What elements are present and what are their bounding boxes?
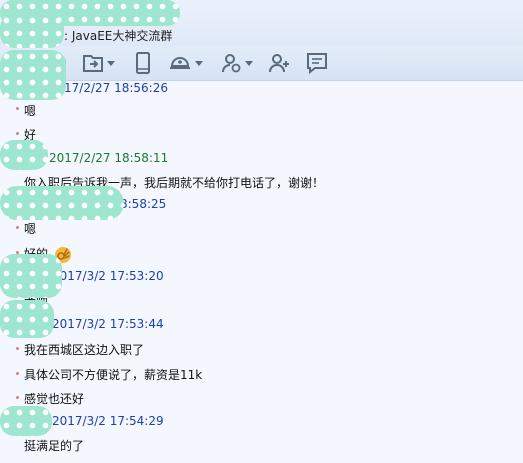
chat-title: : JavaEE大神交流群: [64, 27, 172, 44]
message-text: 感觉也还好: [24, 392, 85, 406]
message-text: 我在西城区这边入职了: [24, 343, 145, 357]
redaction-mark: [0, 406, 52, 436]
redaction-mark: [0, 50, 66, 100]
redaction-mark: [0, 186, 124, 220]
message-text: 嗯: [24, 222, 37, 236]
bullet-dot: [16, 107, 19, 110]
message-list[interactable]: 17/2/27 18:56:26 嗯 好 2017/2/27 18:58:11 …: [0, 81, 523, 463]
redaction-mark: [0, 254, 62, 298]
redaction-mark: [0, 14, 64, 48]
remote-assist-icon: [170, 57, 190, 69]
chevron-down-icon: [245, 60, 253, 66]
chat-history-button[interactable]: [306, 50, 328, 76]
bullet-dot: [16, 132, 19, 135]
phone-device-button[interactable]: [134, 50, 152, 76]
message-timestamp: 2017/3/2 17:53:20: [52, 269, 164, 283]
invite-icon: [269, 54, 289, 73]
chevron-down-icon: [107, 60, 115, 66]
bullet-dot: [16, 396, 19, 399]
message-timestamp: 2017/3/2 17:53:44: [52, 317, 164, 331]
message-timestamp: 2017/2/27 18:58:11: [49, 151, 169, 165]
group-name: JavaEE大神交流群: [71, 29, 173, 43]
add-member-icon: [222, 54, 241, 73]
chat-history-icon: [307, 53, 327, 74]
bullet-dot: [16, 347, 19, 350]
invite-button[interactable]: [268, 50, 290, 76]
redaction-mark: [0, 140, 48, 170]
message-timestamp: 8:58:25: [120, 197, 167, 211]
bullet-dot: [16, 372, 19, 375]
send-file-icon: [83, 55, 103, 72]
message-text: 挺满足的了: [24, 439, 85, 453]
message-text: 具体公司不方便说了，薪资是11k: [24, 368, 203, 382]
message-text: 嗯: [24, 104, 37, 118]
message-timestamp: 17/2/27 18:56:26: [64, 81, 168, 95]
chevron-down-icon: [195, 60, 203, 66]
bullet-dot: [16, 226, 19, 229]
message-timestamp: 2017/3/2 17:54:29: [52, 414, 164, 428]
add-member-button[interactable]: [220, 50, 253, 76]
title-prefix: :: [64, 29, 69, 43]
send-file-button[interactable]: [82, 50, 115, 76]
phone-device-icon: [136, 52, 150, 74]
remote-assist-button[interactable]: [168, 50, 203, 76]
chat-toolbar: [0, 46, 523, 81]
redaction-mark: [0, 300, 54, 338]
